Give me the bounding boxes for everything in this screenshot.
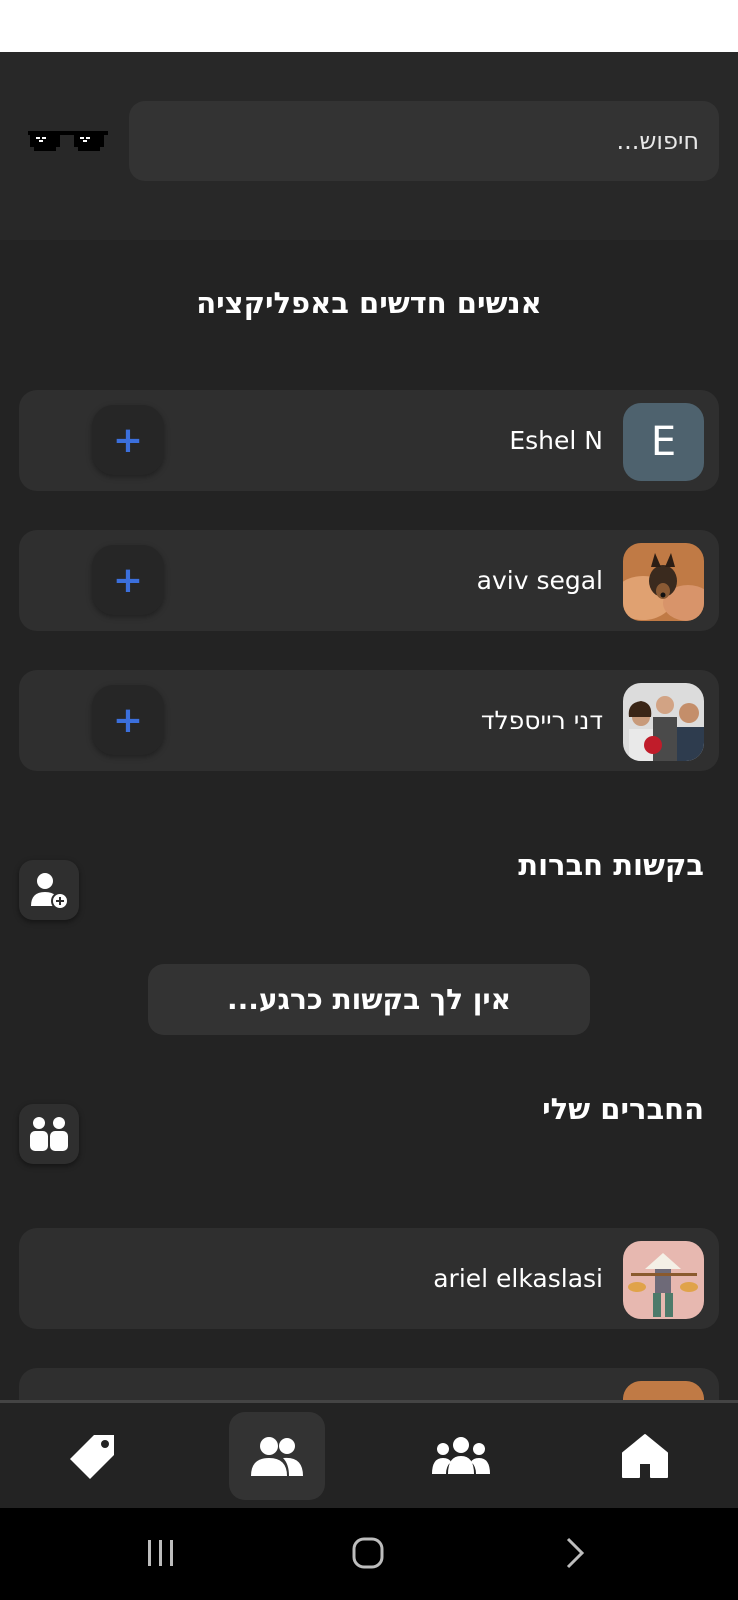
new-people-title: אנשים חדשים באפליקציה xyxy=(196,286,542,320)
recent-apps-button[interactable] xyxy=(136,1530,186,1576)
dog-photo-icon xyxy=(623,543,704,621)
top-bar xyxy=(0,52,738,240)
person-name: Eshel N xyxy=(509,426,603,455)
system-navigation-bar xyxy=(0,1508,738,1600)
bottom-nav xyxy=(0,1403,738,1508)
sunglasses-icon[interactable] xyxy=(28,129,108,153)
add-friend-button[interactable]: + xyxy=(92,685,164,755)
illustration-avatar-icon xyxy=(623,1241,704,1319)
add-friend-button[interactable]: + xyxy=(92,545,164,615)
friend-requests-title: בקשות חברות xyxy=(518,848,704,882)
friend-name: ariel elkaslasi xyxy=(433,1264,603,1293)
friends-group-icon xyxy=(30,1117,68,1151)
home-icon xyxy=(622,1434,668,1478)
my-friends-title: החברים שלי xyxy=(542,1092,704,1126)
groups-icon xyxy=(432,1437,490,1474)
my-friends-button[interactable] xyxy=(19,1104,79,1164)
person-card[interactable]: דני רייספלד + xyxy=(19,670,719,771)
add-friend-button[interactable]: + xyxy=(92,405,164,475)
recent-apps-icon xyxy=(148,1540,173,1566)
avatar-letter: E xyxy=(650,419,677,465)
main-content: אנשים חדשים באפליקציה E Eshel N + aviv s… xyxy=(0,240,738,1402)
nav-tag[interactable] xyxy=(45,1412,141,1500)
home-system-button[interactable] xyxy=(343,1530,393,1576)
person-card[interactable]: E Eshel N + xyxy=(19,390,719,491)
avatar xyxy=(623,543,704,621)
avatar xyxy=(623,1381,704,1402)
search-box[interactable] xyxy=(129,101,719,181)
group-photo-icon xyxy=(623,683,704,761)
back-system-button[interactable] xyxy=(550,1530,600,1576)
person-name: דני רייספלד xyxy=(480,706,603,735)
friend-card[interactable]: ariel elkaslasi xyxy=(19,1228,719,1329)
avatar: E xyxy=(623,403,704,481)
person-name: aviv segal xyxy=(476,566,603,595)
status-bar-area xyxy=(0,0,738,52)
avatar xyxy=(623,683,704,761)
search-input[interactable] xyxy=(129,101,719,181)
plus-icon: + xyxy=(112,699,144,741)
nav-friends[interactable] xyxy=(229,1412,325,1500)
tag-icon xyxy=(70,1435,114,1479)
nav-groups[interactable] xyxy=(413,1412,509,1500)
chevron-right-icon xyxy=(566,1537,585,1569)
plus-icon: + xyxy=(112,559,144,601)
friend-card[interactable] xyxy=(19,1368,719,1402)
friends-icon xyxy=(251,1437,303,1476)
nav-home[interactable] xyxy=(597,1412,693,1500)
empty-requests-message: אין לך בקשות כרגע... xyxy=(148,964,590,1035)
add-user-icon xyxy=(31,873,69,910)
person-card[interactable]: aviv segal + xyxy=(19,530,719,631)
home-circle-icon xyxy=(352,1537,384,1569)
friend-requests-button[interactable] xyxy=(19,860,79,920)
dog-photo-icon xyxy=(623,1381,704,1402)
plus-icon: + xyxy=(112,419,144,461)
avatar xyxy=(623,1241,704,1319)
